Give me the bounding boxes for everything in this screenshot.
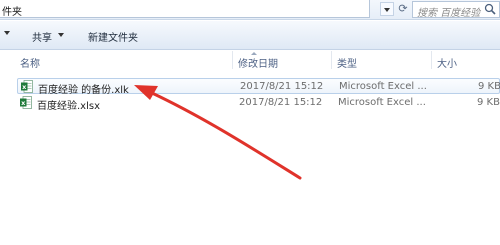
chevron-down-icon: [384, 8, 390, 12]
file-row[interactable]: x 百度经验.xlsx 2017/8/21 15:12 Microsoft Ex…: [17, 95, 500, 112]
file-modified: 2017/8/21 15:12: [240, 81, 324, 92]
file-type: Microsoft Excel ...: [338, 97, 426, 108]
address-dropdown-button[interactable]: [380, 2, 394, 16]
address-bar-strip: 件夹 ⟳ 搜索 百度经验: [0, 0, 500, 20]
column-header-modified[interactable]: 修改日期: [233, 51, 330, 70]
search-input[interactable]: 搜索 百度经验: [412, 1, 500, 19]
excel-file-icon: x: [21, 80, 33, 93]
chevron-down-icon[interactable]: [58, 33, 64, 37]
column-header-type[interactable]: 类型: [332, 51, 430, 70]
file-name[interactable]: 百度经验.xlsx: [37, 97, 100, 112]
address-bar[interactable]: 件夹: [0, 0, 370, 18]
excel-file-icon: x: [20, 96, 32, 109]
file-row[interactable]: x 百度经验 的备份.xlk 2017/8/21 15:12 Microsoft…: [17, 78, 500, 96]
file-size: 9 KB: [478, 81, 500, 92]
search-icon[interactable]: [483, 2, 497, 17]
file-size: 9 KB: [477, 97, 500, 108]
command-toolbar: 共享 新建文件夹: [0, 21, 500, 50]
chevron-down-icon[interactable]: [4, 31, 10, 35]
file-type: Microsoft Excel ...: [339, 81, 427, 92]
refresh-icon: ⟳: [398, 2, 408, 15]
refresh-button[interactable]: ⟳: [396, 2, 410, 16]
file-name[interactable]: 百度经验 的备份.xlk: [38, 81, 129, 96]
column-header-name[interactable]: 名称: [17, 51, 232, 70]
address-path: 件夹: [2, 7, 22, 18]
file-modified: 2017/8/21 15:12: [239, 97, 323, 108]
share-button[interactable]: 共享: [32, 29, 52, 44]
search-placeholder: 搜索 百度经验: [417, 8, 481, 19]
new-folder-button[interactable]: 新建文件夹: [88, 29, 138, 44]
column-header-size[interactable]: 大小: [432, 51, 500, 70]
